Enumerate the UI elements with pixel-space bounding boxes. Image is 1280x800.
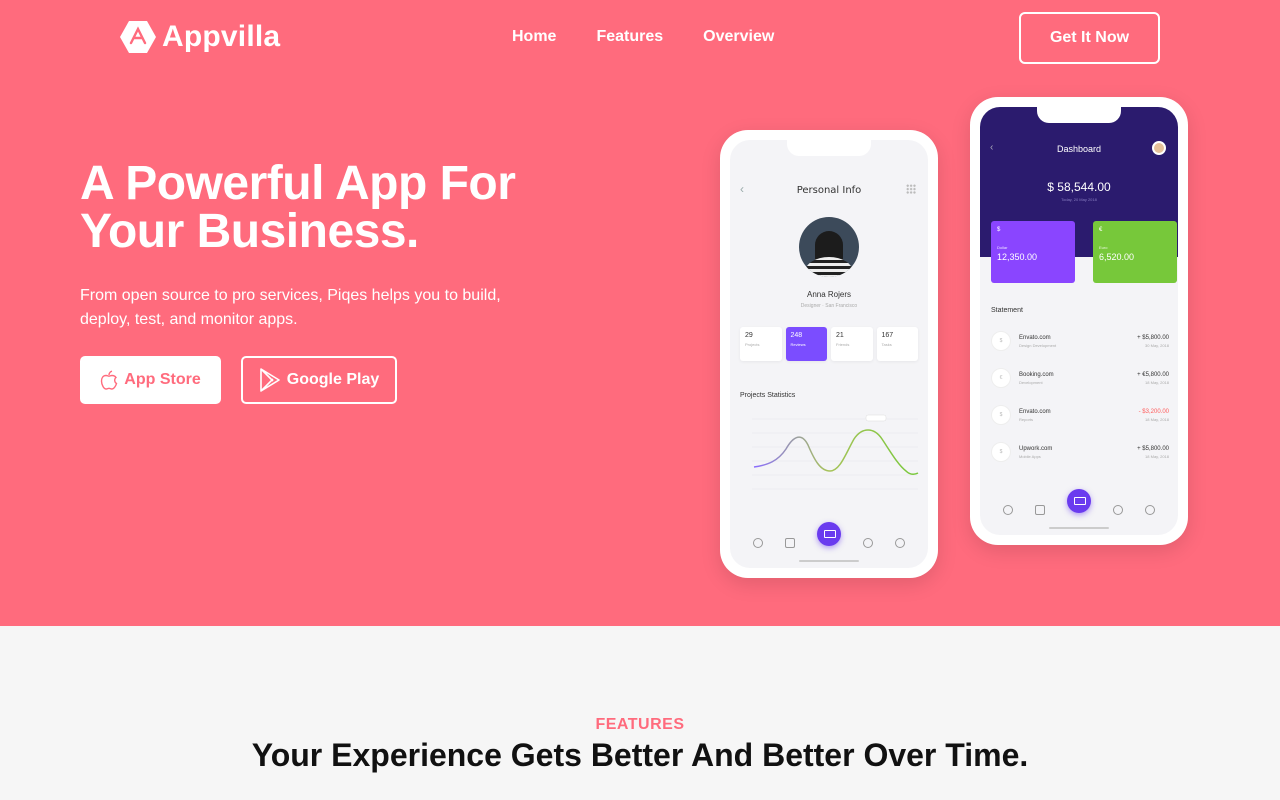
stat-value: 21 [836, 332, 844, 339]
stat-card: 167 Tasks [876, 327, 918, 361]
statement-name: Envato.com [1019, 334, 1051, 341]
statement-title: Statement [991, 307, 1023, 314]
features-eyebrow: FEATURES [595, 716, 685, 733]
profile-role: Designer · San Francisco [800, 303, 858, 309]
dashboard-title: Dashboard [1056, 144, 1102, 154]
phone-mockup-dashboard: ‹ Dashboard $ 58,544.00 Today, 20 May 20… [970, 97, 1188, 545]
stat-label: Reviews [790, 342, 806, 347]
hero-section: Appvilla Home Features Overview Get It N… [0, 0, 1280, 626]
statement-date: 18 May, 2018 [1145, 416, 1169, 422]
currency-icon: $ [991, 442, 1011, 462]
app-store-label: App Store [124, 371, 201, 388]
statement-name: Upwork.com [1019, 445, 1053, 452]
monitor-icon[interactable] [817, 522, 841, 546]
main-nav: Home Features Overview [512, 28, 774, 46]
logo-icon [120, 21, 156, 53]
grid-icon [906, 184, 916, 194]
stat-value: 29 [745, 332, 753, 339]
nav-overview[interactable]: Overview [703, 28, 774, 46]
mail-icon[interactable] [785, 538, 795, 548]
statement-date: 18 May, 2018 [1145, 453, 1169, 459]
get-it-now-button[interactable]: Get It Now [1019, 12, 1160, 64]
profile-stats: 29 Projects 248 Reviews 21 Friends 167 T… [740, 327, 918, 361]
stat-label: Friends [836, 342, 850, 347]
google-play-icon [259, 368, 280, 392]
phone-mockup-profile: ‹ Personal Info Anna Rojers Designer · S… [720, 130, 938, 578]
statement-sub: Mobile Apps [1019, 453, 1041, 459]
projects-statistics-title: Projects Statistics [740, 392, 796, 399]
pie-chart-icon[interactable] [895, 538, 905, 548]
statement-amount: + €5,800.00 [1137, 371, 1169, 378]
statement-row: $ Envato.com Design Development + $5,800… [991, 326, 1169, 356]
phone-notch [787, 140, 871, 156]
mail-icon[interactable] [1035, 505, 1045, 515]
dashboard-balance: $ 58,544.00 [1047, 180, 1111, 194]
statement-sub: Reports [1019, 416, 1034, 422]
user-icon[interactable] [753, 538, 763, 548]
card-symbol: € [1099, 227, 1103, 233]
phone-screen: ‹ Dashboard $ 58,544.00 Today, 20 May 20… [980, 107, 1178, 535]
profile-screen-title: Personal Info [796, 185, 862, 196]
card-value: 6,520.00 [1099, 252, 1135, 262]
statement-date: 18 May, 2018 [1145, 379, 1169, 385]
projects-statistics-chart [752, 414, 919, 490]
stat-value: 248 [790, 332, 803, 339]
statement-amount: + $5,800.00 [1137, 334, 1169, 341]
dashboard-date: Today, 20 May 2018 [1061, 197, 1097, 202]
statement-sub: Development [1019, 379, 1043, 385]
hero-headline: A Powerful App For Your Business. [80, 157, 516, 258]
pie-chart-icon[interactable] [1145, 505, 1155, 515]
user-icon[interactable] [1003, 505, 1013, 515]
stat-card: 248 Reviews [785, 327, 827, 361]
home-indicator [1049, 527, 1109, 529]
card-symbol: $ [997, 227, 1001, 233]
statement-date: 30 May, 2018 [1145, 342, 1169, 348]
apple-icon [101, 370, 118, 390]
stat-card: 21 Friends [831, 327, 873, 361]
currency-card-dollar: $ Dollar 12,350.00 [991, 221, 1075, 283]
stat-value: 167 [881, 332, 894, 339]
brand-name: Appvilla [162, 20, 281, 53]
google-play-button[interactable]: Google Play [241, 356, 397, 404]
statement-name: Envato.com [1019, 408, 1051, 415]
currency-icon: $ [991, 331, 1011, 351]
stat-label: Projects [745, 342, 760, 347]
avatar [1152, 141, 1166, 155]
statement-row: € Booking.com Development + €5,800.00 18… [991, 363, 1169, 393]
app-store-button[interactable]: App Store [80, 356, 221, 404]
nav-features[interactable]: Features [596, 28, 663, 46]
monitor-icon[interactable] [1067, 489, 1091, 513]
stat-card: 29 Projects [740, 327, 782, 361]
statement-row: $ Upwork.com Mobile Apps + $5,800.00 18 … [991, 437, 1169, 467]
statement-amount: + $5,800.00 [1137, 445, 1169, 452]
profile-name: Anna Rojers [806, 290, 852, 299]
currency-card-euro: € Euro 6,520.00 [1093, 221, 1177, 283]
nav-home[interactable]: Home [512, 28, 556, 46]
features-title: Your Experience Gets Better And Better O… [251, 737, 1029, 773]
home-indicator [799, 560, 859, 562]
chart-tooltip [865, 414, 887, 422]
gear-icon[interactable] [1113, 505, 1123, 515]
card-label: Dollar [997, 245, 1008, 250]
google-play-label: Google Play [286, 371, 380, 388]
avatar [799, 217, 859, 277]
card-label: Euro [1099, 245, 1108, 250]
currency-icon: $ [991, 405, 1011, 425]
statement-row: $ Envato.com Reports - $3,200.00 18 May,… [991, 400, 1169, 430]
statement-name: Booking.com [1019, 371, 1054, 378]
card-value: 12,350.00 [997, 252, 1038, 262]
brand-logo[interactable]: Appvilla [120, 20, 280, 54]
gear-icon[interactable] [863, 538, 873, 548]
statement-sub: Design Development [1019, 342, 1057, 348]
phone-notch [1037, 107, 1121, 123]
phone-screen: ‹ Personal Info Anna Rojers Designer · S… [730, 140, 928, 568]
stat-label: Tasks [881, 342, 892, 347]
statement-amount: - $3,200.00 [1138, 408, 1169, 415]
hero-subtext: From open source to pro services, Piqes … [80, 287, 501, 328]
currency-icon: € [991, 368, 1011, 388]
